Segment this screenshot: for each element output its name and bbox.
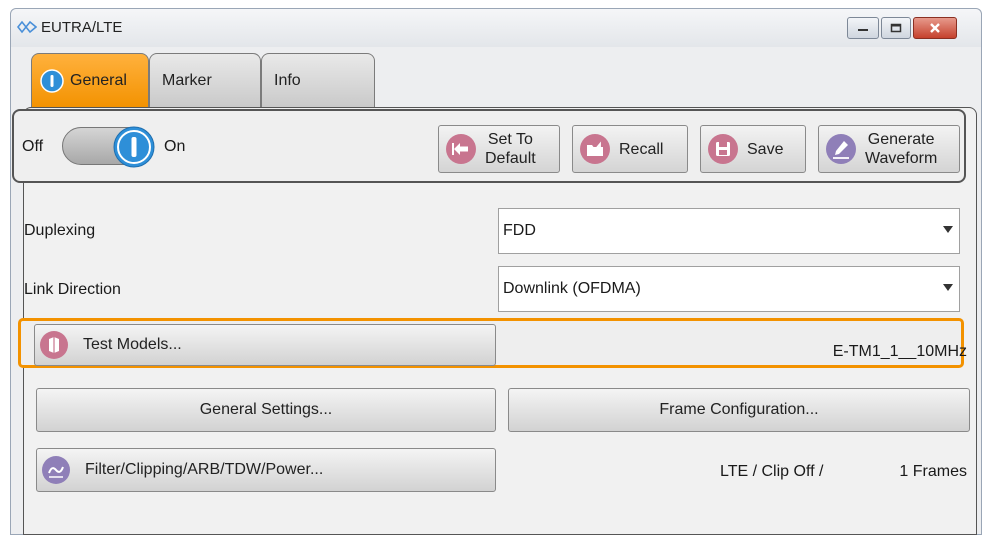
- filter-clipping-button[interactable]: Filter/Clipping/ARB/TDW/Power...: [36, 448, 496, 492]
- toggle-knob-icon: [113, 126, 155, 168]
- app-logo-icon: [17, 20, 37, 34]
- save-button[interactable]: Save: [700, 125, 806, 173]
- recall-button[interactable]: Recall: [572, 125, 688, 173]
- generate-waveform-label: Generate Waveform: [865, 131, 938, 167]
- general-settings-label: General Settings...: [199, 401, 333, 418]
- duplexing-select[interactable]: FDD: [498, 208, 960, 254]
- tab-general[interactable]: General: [31, 53, 149, 108]
- chevron-down-icon: [943, 284, 953, 291]
- title-bar: EUTRA/LTE: [11, 9, 981, 47]
- on-label: On: [164, 138, 186, 155]
- close-icon: [930, 23, 940, 33]
- frame-configuration-label: Frame Configuration...: [659, 401, 819, 418]
- save-label: Save: [747, 140, 784, 158]
- recall-label: Recall: [619, 140, 664, 158]
- filter-status-text: LTE / Clip Off /: [720, 463, 824, 480]
- filter-icon: [42, 456, 70, 484]
- save-disk-icon: [708, 134, 738, 164]
- test-models-button[interactable]: Test Models...: [34, 324, 496, 366]
- set-to-default-button[interactable]: Set To Default: [438, 125, 560, 173]
- maximize-icon: [890, 23, 902, 33]
- duplexing-label: Duplexing: [24, 222, 96, 239]
- link-direction-label: Link Direction: [24, 281, 121, 298]
- window-title: EUTRA/LTE: [41, 19, 123, 36]
- frame-configuration-button[interactable]: Frame Configuration...: [508, 388, 970, 432]
- tab-marker-label: Marker: [162, 72, 212, 89]
- duplexing-value: FDD: [503, 222, 536, 239]
- general-settings-button[interactable]: General Settings...: [36, 388, 496, 432]
- minimize-icon: [858, 29, 868, 31]
- generate-waveform-button[interactable]: Generate Waveform: [818, 125, 960, 173]
- off-label: Off: [22, 138, 44, 155]
- tab-info[interactable]: Info: [261, 53, 375, 108]
- tab-marker[interactable]: Marker: [149, 53, 261, 108]
- set-to-default-label: Set To Default: [485, 131, 536, 167]
- on-off-toggle[interactable]: [62, 126, 155, 168]
- link-direction-value: Downlink (OFDMA): [503, 280, 641, 297]
- link-direction-select[interactable]: Downlink (OFDMA): [498, 266, 960, 312]
- maximize-button[interactable]: [881, 17, 911, 39]
- recall-folder-icon: [580, 134, 610, 164]
- test-models-icon: [40, 331, 68, 359]
- filter-clipping-label: Filter/Clipping/ARB/TDW/Power...: [85, 461, 324, 478]
- toolbar: Off On Set To Default Recall Save Genera…: [12, 109, 966, 183]
- test-model-value: E-TM1_1__10MHz: [832, 343, 967, 360]
- tab-general-label: General: [70, 72, 127, 89]
- tab-info-label: Info: [274, 72, 301, 89]
- minimize-button[interactable]: [847, 17, 879, 39]
- chevron-down-icon: [943, 226, 953, 233]
- set-default-icon: [446, 134, 476, 164]
- frames-count-text: 1 Frames: [899, 463, 967, 480]
- info-icon: [40, 69, 64, 93]
- generate-waveform-icon: [826, 134, 856, 164]
- test-models-label: Test Models...: [83, 336, 182, 353]
- close-button[interactable]: [913, 17, 957, 39]
